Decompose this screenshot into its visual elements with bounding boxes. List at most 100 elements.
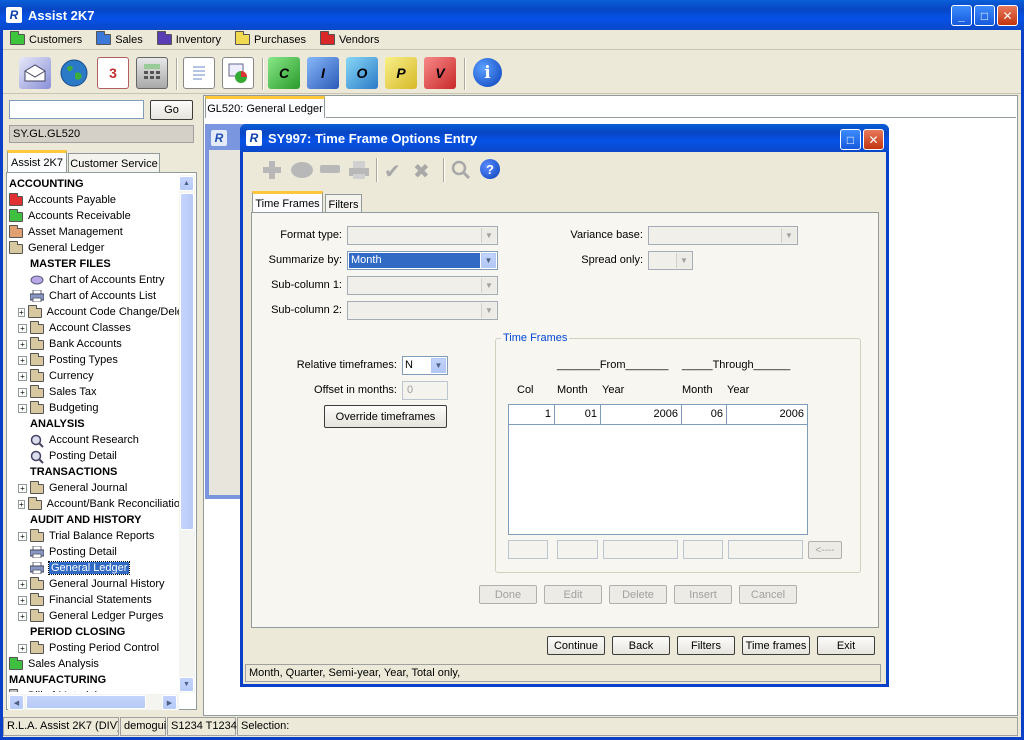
spread-only-combo[interactable]: ▼: [648, 251, 693, 270]
summarize-by-combo[interactable]: Month ▼: [347, 251, 498, 270]
sub-column-1-combo[interactable]: ▼: [347, 276, 498, 295]
sidebar-search-input[interactable]: [9, 100, 144, 119]
tree-item[interactable]: + General Journal: [9, 480, 179, 496]
edit-col-input[interactable]: [508, 540, 548, 559]
add-icon[interactable]: [262, 160, 282, 180]
tree-item[interactable]: Bill of Materials: [9, 688, 179, 692]
menu-inventory[interactable]: Inventory: [156, 31, 221, 46]
arrow-button[interactable]: <----: [808, 541, 842, 559]
tree-item[interactable]: + Posting Period Control: [9, 640, 179, 656]
scroll-up-button[interactable]: ▲: [179, 176, 194, 191]
table-row-from-year-cell[interactable]: 2006: [600, 404, 682, 425]
hscroll-thumb[interactable]: [26, 695, 146, 709]
tree-item[interactable]: Account Research: [9, 432, 179, 448]
table-row-from-month-cell[interactable]: 01: [554, 404, 601, 425]
table-row-col-cell[interactable]: 1: [508, 404, 555, 425]
mail-icon[interactable]: [19, 57, 51, 89]
tree-item[interactable]: General Ledger: [9, 240, 179, 256]
comment-icon[interactable]: [291, 162, 313, 178]
table-row-through-month-cell[interactable]: 06: [681, 404, 727, 425]
delete-icon[interactable]: ✖: [413, 159, 435, 183]
tree-item[interactable]: + Trial Balance Reports: [9, 528, 179, 544]
delete-button[interactable]: Delete: [609, 585, 667, 604]
dialog-title-bar[interactable]: R SY997: Time Frame Options Entry: [240, 124, 889, 152]
back-button[interactable]: Back: [612, 636, 670, 655]
expand-icon[interactable]: +: [18, 643, 27, 653]
edit-button[interactable]: Edit: [544, 585, 602, 604]
tab-customer-service[interactable]: Customer Service: [68, 153, 160, 173]
info-icon[interactable]: i: [473, 58, 502, 87]
expand-icon[interactable]: +: [18, 483, 27, 493]
tree-item[interactable]: + General Journal History: [9, 576, 179, 592]
expand-icon[interactable]: +: [18, 339, 27, 349]
tab-time-frames[interactable]: Time Frames: [252, 191, 323, 213]
expand-icon[interactable]: +: [18, 611, 27, 621]
format-type-combo[interactable]: ▼: [347, 226, 498, 245]
tree-item[interactable]: + Financial Statements: [9, 592, 179, 608]
globe-icon[interactable]: [58, 57, 90, 89]
purchases-letter-icon[interactable]: P: [385, 57, 417, 89]
help-icon[interactable]: ?: [480, 159, 500, 179]
remove-icon[interactable]: [320, 165, 340, 173]
table-row-through-year-cell[interactable]: 2006: [726, 404, 808, 425]
tree-item[interactable]: + Budgeting: [9, 400, 179, 416]
menu-purchases[interactable]: Purchases: [234, 31, 306, 46]
tree-item[interactable]: Asset Management: [9, 224, 179, 240]
offset-input[interactable]: 0: [402, 381, 448, 400]
tree-item[interactable]: Posting Detail: [9, 544, 179, 560]
tree-item[interactable]: Sales Analysis: [9, 656, 179, 672]
vendors-letter-icon[interactable]: V: [424, 57, 456, 89]
edit-from-year-input[interactable]: [603, 540, 678, 559]
edit-through-month-input[interactable]: [683, 540, 723, 559]
calculator-icon[interactable]: [136, 57, 168, 89]
main-title-bar[interactable]: R Assist 2K7: [0, 0, 1024, 30]
scroll-left-button[interactable]: ◀: [9, 695, 24, 710]
variance-base-combo[interactable]: ▼: [648, 226, 798, 245]
expand-icon[interactable]: +: [18, 355, 27, 365]
scroll-right-button[interactable]: ▶: [162, 695, 177, 710]
tree-item[interactable]: General Ledger: [9, 560, 179, 576]
go-button[interactable]: Go: [150, 100, 193, 120]
expand-icon[interactable]: +: [18, 499, 25, 509]
exit-button[interactable]: Exit: [817, 636, 875, 655]
continue-button[interactable]: Continue: [547, 636, 605, 655]
cancel-button[interactable]: Cancel: [739, 585, 797, 604]
dialog-close-button[interactable]: ✕: [863, 129, 884, 150]
edit-through-year-input[interactable]: [728, 540, 803, 559]
menu-vendors[interactable]: Vendors: [319, 31, 379, 46]
tree-item[interactable]: Chart of Accounts List: [9, 288, 179, 304]
tab-assist-2k7[interactable]: Assist 2K7: [7, 150, 67, 172]
maximize-button[interactable]: □: [974, 5, 995, 26]
customers-letter-icon[interactable]: C: [268, 57, 300, 89]
dialog-maximize-button[interactable]: □: [840, 129, 861, 150]
tree-item[interactable]: Accounts Receivable: [9, 208, 179, 224]
report-chart-icon[interactable]: [222, 57, 254, 89]
done-button[interactable]: Done: [479, 585, 537, 604]
expand-icon[interactable]: +: [18, 387, 27, 397]
tree-item[interactable]: + Currency: [9, 368, 179, 384]
tab-filters[interactable]: Filters: [325, 194, 362, 214]
override-timeframes-button[interactable]: Override timeframes: [324, 405, 447, 428]
insert-button[interactable]: Insert: [674, 585, 732, 604]
expand-icon[interactable]: +: [18, 307, 25, 317]
relative-timeframes-combo[interactable]: N ▼: [402, 356, 448, 375]
tree-item[interactable]: Chart of Accounts Entry: [9, 272, 179, 288]
tree-item[interactable]: Posting Detail: [9, 448, 179, 464]
tree-item[interactable]: + Bank Accounts: [9, 336, 179, 352]
scroll-down-button[interactable]: ▼: [179, 677, 194, 692]
tree-item[interactable]: + Account Classes: [9, 320, 179, 336]
tree-item[interactable]: + Account/Bank Reconciliatio: [9, 496, 179, 512]
filters-button[interactable]: Filters: [677, 636, 735, 655]
menu-customers[interactable]: Customers: [10, 31, 82, 46]
expand-icon[interactable]: +: [18, 531, 27, 541]
tab-gl520[interactable]: GL520: General Ledger: [205, 96, 325, 118]
print-icon[interactable]: [348, 160, 370, 180]
orders-letter-icon[interactable]: O: [346, 57, 378, 89]
expand-icon[interactable]: +: [18, 579, 27, 589]
time-frames-button[interactable]: Time frames: [742, 636, 810, 655]
sub-column-2-combo[interactable]: ▼: [347, 301, 498, 320]
tree-item[interactable]: Accounts Payable: [9, 192, 179, 208]
tree-item[interactable]: + Posting Types: [9, 352, 179, 368]
calendar-icon[interactable]: 3: [97, 57, 129, 89]
tree-item[interactable]: + Account Code Change/Dele: [9, 304, 179, 320]
